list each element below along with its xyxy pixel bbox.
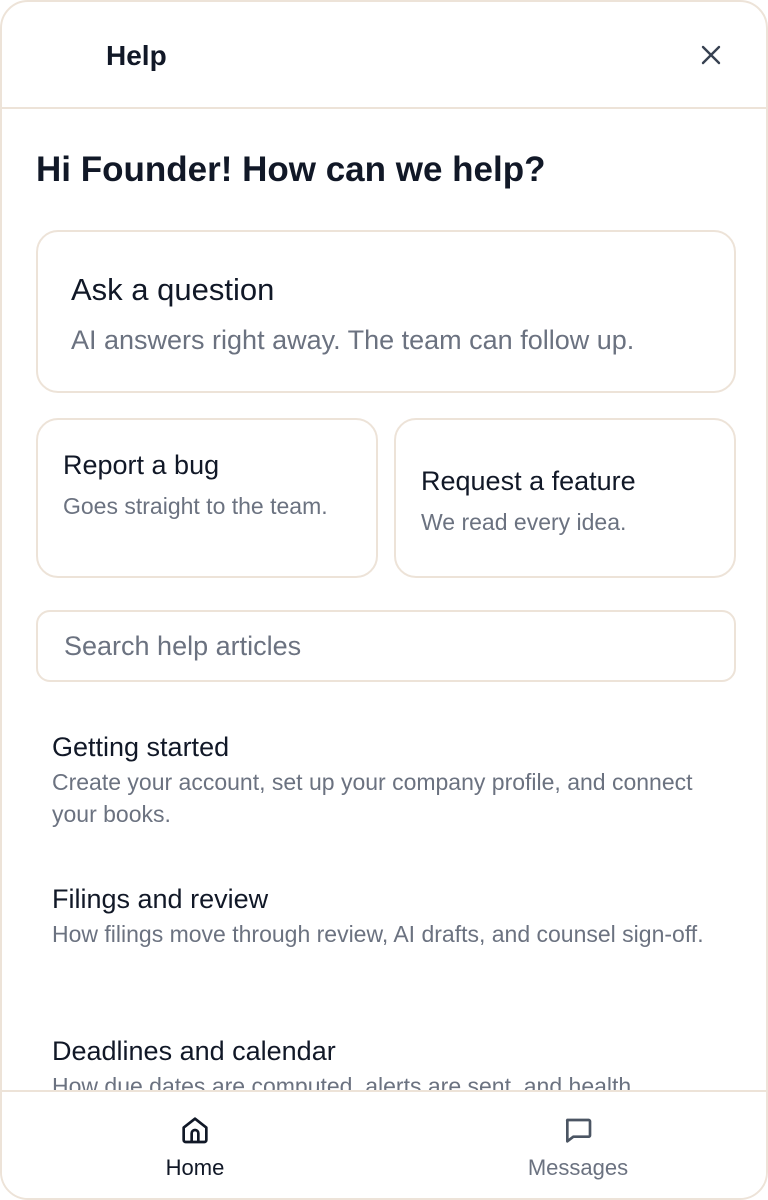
search-input[interactable] — [62, 612, 712, 680]
article-title: Getting started — [52, 732, 230, 762]
close-button[interactable] — [692, 36, 730, 74]
article-title: Filings and review — [52, 884, 269, 914]
header-title: Help — [106, 40, 167, 71]
ask-question-description: AI answers right away. The team can foll… — [71, 325, 635, 355]
bottom-nav: Home Messages — [2, 1090, 766, 1198]
help-panel: Help Hi Founder! How can we help? Ask a … — [0, 0, 768, 1200]
report-bug-description: Goes straight to the team. — [63, 493, 328, 519]
article-description: How filings move through review, AI draf… — [52, 921, 704, 947]
request-feature-description: We read every idea. — [421, 509, 627, 535]
article-item-getting-started[interactable]: Getting started Create your account, set… — [52, 730, 732, 830]
article-description: Create your account, set up your company… — [52, 769, 693, 827]
ask-question-title: Ask a question — [71, 272, 275, 307]
nav-messages-label: Messages — [527, 1155, 629, 1180]
article-title: Deadlines and calendar — [52, 1036, 336, 1066]
request-feature-card[interactable]: Request a feature We read every idea. — [394, 418, 736, 578]
nav-messages[interactable]: Messages — [478, 1092, 678, 1198]
help-header: Help — [2, 2, 766, 109]
article-item-filings-and-review[interactable]: Filings and review How filings move thro… — [52, 882, 732, 950]
ask-question-card[interactable]: Ask a question AI answers right away. Th… — [36, 230, 736, 393]
nav-home[interactable]: Home — [95, 1092, 295, 1198]
greeting-heading: Hi Founder! How can we help? — [36, 150, 546, 189]
home-icon — [182, 1117, 208, 1144]
message-icon — [565, 1118, 592, 1143]
nav-home-label: Home — [165, 1155, 225, 1180]
report-bug-title: Report a bug — [63, 450, 220, 480]
report-bug-card[interactable]: Report a bug Goes straight to the team. — [36, 418, 378, 578]
request-feature-title: Request a feature — [421, 466, 636, 496]
close-icon — [701, 45, 721, 65]
search-box — [36, 610, 736, 682]
